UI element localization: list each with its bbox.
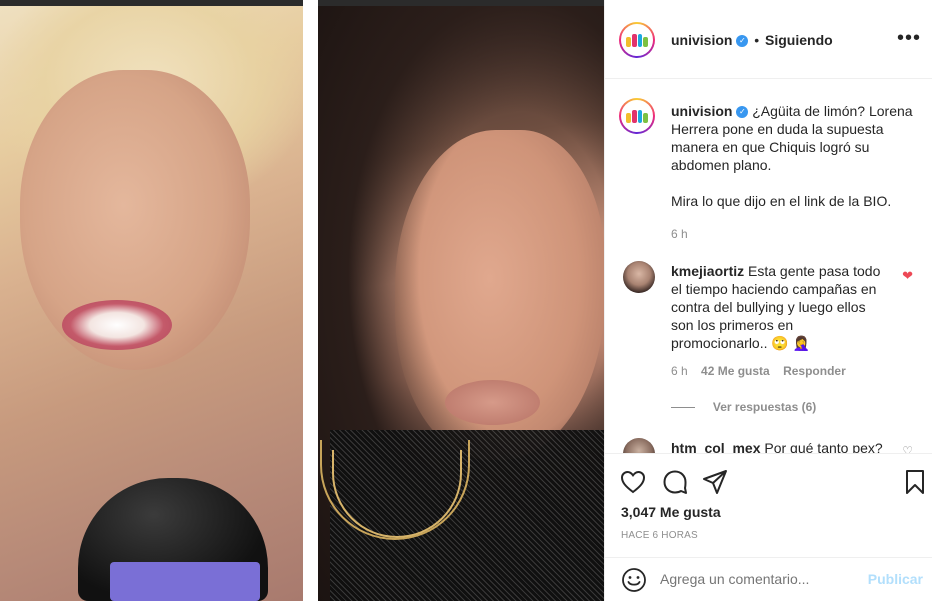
- caption-line: abdomen plano.: [671, 157, 772, 173]
- verified-badge-icon: ✓: [736, 35, 749, 48]
- comment-username[interactable]: htm_col_mex: [671, 440, 760, 453]
- comment: htm_col_mex Por qué tanto pex?: [671, 439, 901, 453]
- separator-dot: •: [754, 32, 760, 48]
- post-actions: 3,047 Me gusta HACE 6 HORAS: [605, 453, 932, 557]
- caption-username[interactable]: univision: [671, 103, 732, 119]
- verified-badge-icon: ✓: [736, 106, 749, 119]
- view-replies-button[interactable]: Ver respuestas (6): [713, 400, 816, 414]
- eye-roll-emoji-icon: 🙄: [771, 335, 789, 351]
- comment-line: contra del bullying y luego ellos: [671, 299, 866, 315]
- save-bookmark-icon[interactable]: [901, 468, 929, 496]
- post-media[interactable]: [0, 0, 604, 601]
- post-time[interactable]: HACE 6 HORAS: [621, 530, 698, 541]
- facepalm-emoji-icon: 🤦‍♀️: [792, 335, 811, 351]
- comment-input[interactable]: [660, 571, 860, 587]
- comment-line: son los primeros en: [671, 317, 794, 333]
- comment-heart-liked-icon[interactable]: ❤: [902, 268, 913, 284]
- comment-line: promocionarlo..: [671, 335, 772, 351]
- post-side-panel: univision ✓ • Siguiendo ••• univision ✓: [604, 0, 932, 601]
- caption-line: Herrera pone en duda la supuesta: [671, 121, 884, 137]
- more-options-icon[interactable]: •••: [897, 28, 921, 48]
- caption-avatar[interactable]: [619, 98, 655, 134]
- collage-divider: [303, 0, 318, 601]
- view-replies-line: [671, 406, 695, 408]
- comment-composer: Publicar: [605, 557, 932, 601]
- comment-avatar[interactable]: [623, 261, 655, 293]
- comment-bubble-icon[interactable]: [661, 468, 689, 496]
- comment-line: Esta gente pasa todo: [748, 263, 881, 279]
- emoji-smiley-icon[interactable]: [621, 567, 647, 593]
- like-heart-icon[interactable]: [619, 468, 647, 496]
- comment-likes[interactable]: 42 Me gusta: [701, 364, 770, 378]
- microphone-flag: [110, 562, 260, 601]
- share-paper-plane-icon[interactable]: [701, 468, 729, 496]
- comment-heart-icon[interactable]: ♡: [902, 444, 913, 453]
- photo-left-smile: [62, 300, 172, 350]
- caption: univision ✓ ¿Agüita de limón? Lorena Her…: [671, 102, 921, 241]
- view-replies[interactable]: Ver respuestas (6): [671, 398, 816, 414]
- comment-username[interactable]: kmejiaortiz: [671, 263, 744, 279]
- caption-line: manera en que Chiquis logró su: [671, 139, 870, 155]
- comment-avatar[interactable]: [623, 438, 655, 453]
- comment-meta: 6 h 42 Me gusta Responder: [671, 364, 891, 378]
- publish-button[interactable]: Publicar: [868, 571, 923, 587]
- univision-logo-icon: [626, 33, 648, 47]
- profile-avatar[interactable]: [619, 22, 655, 58]
- photo-right-lips: [445, 380, 540, 425]
- follow-status-button[interactable]: Siguiendo: [765, 32, 833, 48]
- likes-count[interactable]: 3,047 Me gusta: [621, 504, 721, 520]
- caption-line: Mira lo que dijo en el link de la BIO.: [671, 193, 892, 209]
- comments-list[interactable]: univision ✓ ¿Agüita de limón? Lorena Her…: [605, 80, 932, 453]
- reply-button[interactable]: Responder: [783, 364, 846, 378]
- comment-line: el tiempo haciendo campañas en: [671, 281, 877, 297]
- post-header: univision ✓ • Siguiendo •••: [605, 0, 932, 79]
- caption-line: ¿Agüita de limón? Lorena: [752, 103, 913, 119]
- comment-line: Por qué tanto pex?: [764, 440, 883, 453]
- comment-time[interactable]: 6 h: [671, 364, 688, 378]
- univision-logo-icon: [626, 109, 648, 123]
- header-username[interactable]: univision: [671, 32, 732, 48]
- caption-time[interactable]: 6 h: [671, 227, 921, 241]
- comment: kmejiaortiz Esta gente pasa todo el tiem…: [671, 262, 891, 378]
